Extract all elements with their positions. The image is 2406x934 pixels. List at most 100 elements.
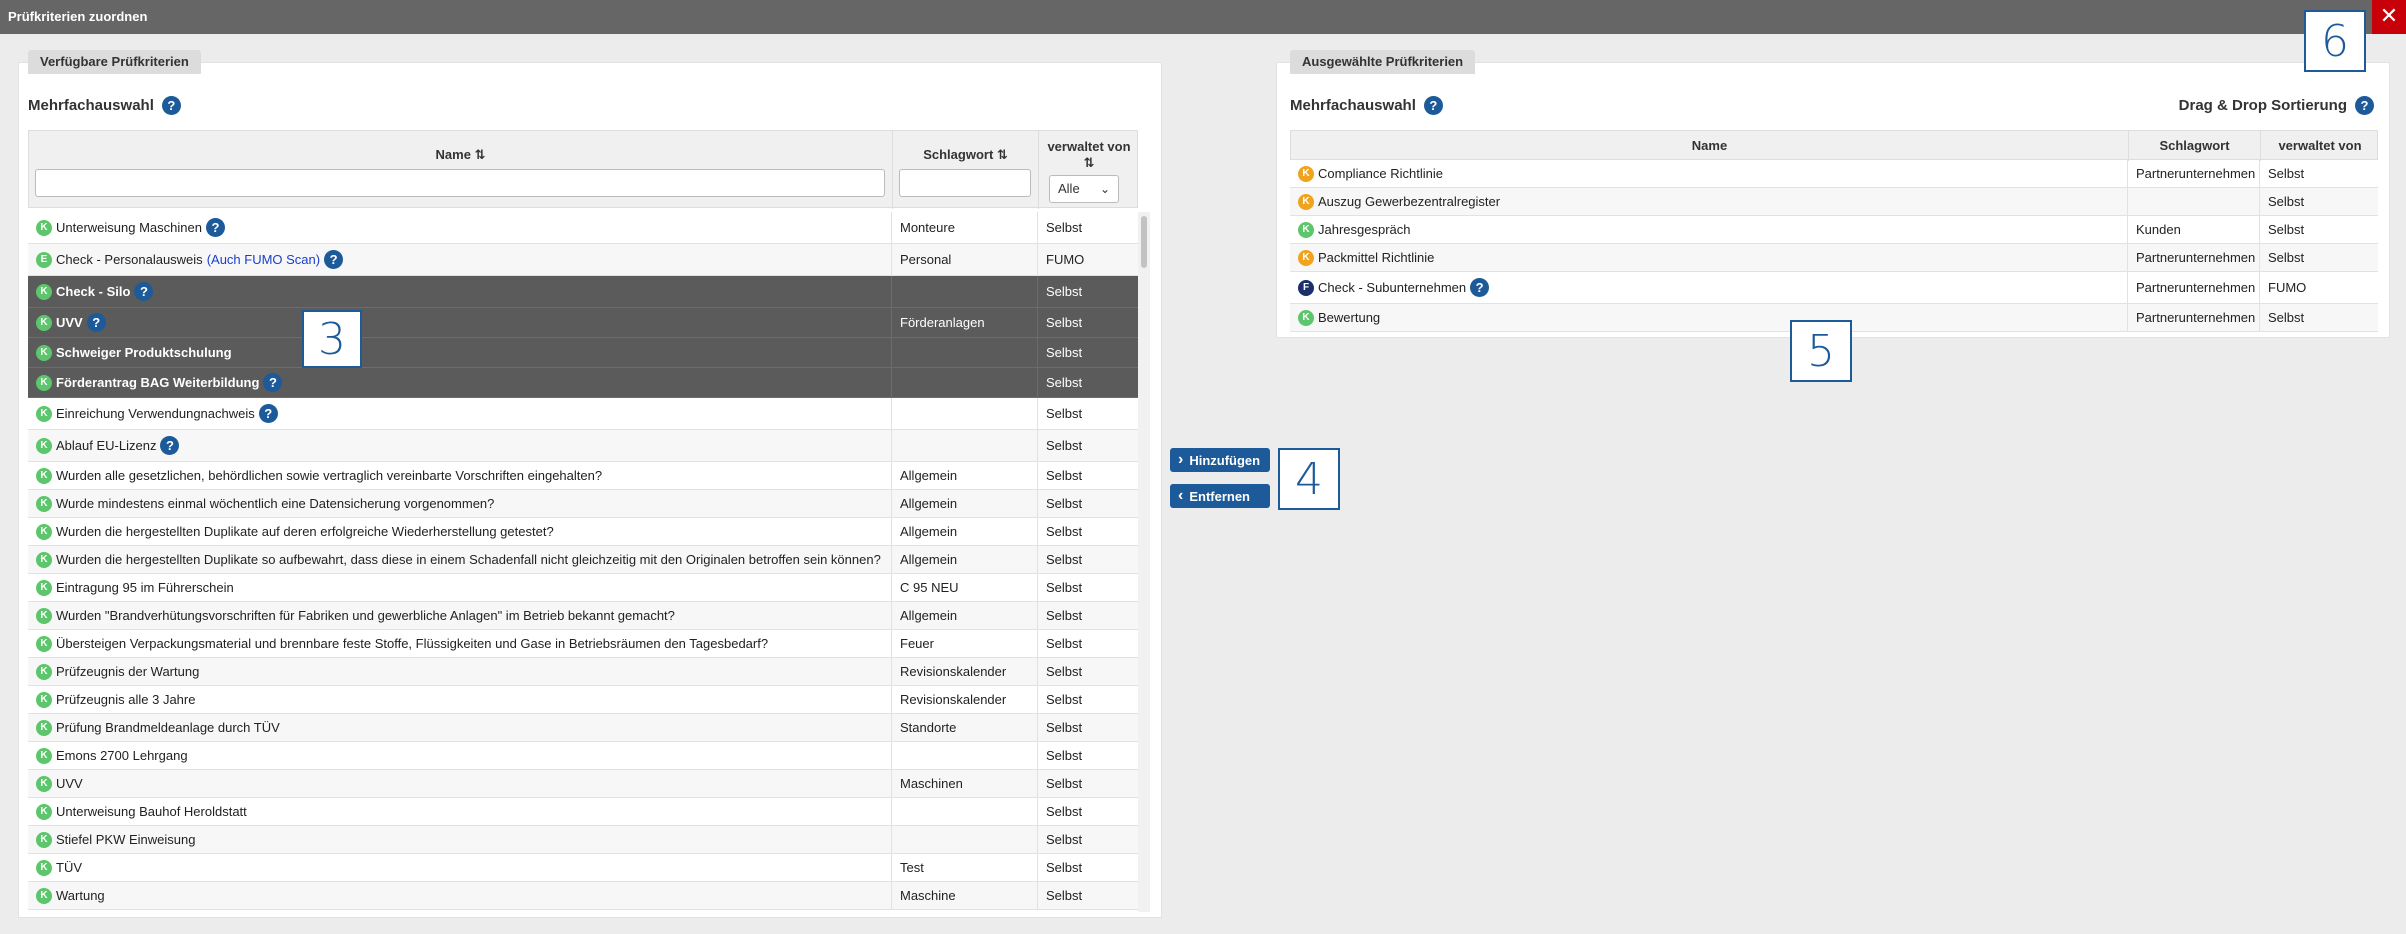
add-button-label: Hinzufügen (1189, 452, 1261, 468)
col-managed[interactable]: verwaltet von ⇅ Alle ⌄ (1039, 131, 1139, 209)
keyword-filter-input[interactable] (899, 169, 1031, 197)
table-row[interactable]: K UVV Maschinen Selbst (28, 770, 1138, 798)
row-name: TÜV (56, 860, 82, 875)
table-row[interactable]: K UVV? Förderanlagen Selbst (28, 308, 1138, 338)
table-row[interactable]: K Prüfzeugnis der Wartung Revisionskalende… (28, 658, 1138, 686)
available-criteria-tab: Verfügbare Prüfkriterien (28, 50, 201, 74)
help-icon[interactable]: ? (324, 250, 344, 269)
col-keyword[interactable]: Schlagwort ⇅ (893, 131, 1039, 209)
table-row[interactable]: K Stiefel PKW Einweisung Selbst (28, 826, 1138, 854)
table-row[interactable]: K Ablauf EU-Lizenz? Selbst (28, 430, 1138, 462)
row-name: Wurden die hergestellten Duplikate so au… (56, 552, 881, 567)
close-icon[interactable]: ✕ (2372, 0, 2406, 34)
status-badge: K (36, 374, 52, 391)
cell-keyword (892, 398, 1038, 429)
cell-keyword: Kunden (2128, 216, 2260, 243)
table-row[interactable]: K Unterweisung Bauhof Heroldstatt Selbst (28, 798, 1138, 826)
cell-name: K Unterweisung Maschinen? (28, 212, 892, 243)
cell-managed: Selbst (2268, 166, 2305, 181)
help-icon[interactable]: ? (205, 218, 225, 237)
table-row[interactable]: K Wartung Maschine Selbst (28, 882, 1138, 910)
cell-name: K Wurden "Brandverhütungsvorschriften für… (28, 602, 892, 629)
cell-keyword: Test (892, 854, 1038, 881)
table-row[interactable]: K Jahresgespräch Kunden Selbst (1290, 216, 2378, 244)
cell-keyword: Allgemein (892, 490, 1038, 517)
table-row[interactable]: K Prüfzeugnis alle 3 Jahre Revisionskalend… (28, 686, 1138, 714)
help-icon[interactable]: ? (258, 404, 278, 423)
help-icon[interactable]: ? (161, 96, 181, 115)
cell-managed: Selbst (1046, 832, 1083, 847)
help-icon[interactable]: ? (86, 313, 106, 332)
cell-keyword: Partnerunternehmen (2128, 160, 2260, 187)
cell-keyword (2128, 188, 2260, 215)
status-badge: K (36, 859, 52, 876)
cell-keyword: Partnerunternehmen (2128, 272, 2260, 303)
row-name: Einreichung Verwendungnachweis (56, 406, 255, 421)
row-name: Unterweisung Bauhof Heroldstatt (56, 804, 247, 819)
table-row[interactable]: K TÜV Test Selbst (28, 854, 1138, 882)
window-titlebar: Prüfkriterien zuordnen ✕ (0, 0, 2406, 34)
selected-criteria-tab: Ausgewählte Prüfkriterien (1290, 50, 1476, 74)
table-row[interactable]: K Wurden die hergestellten Duplikate so a… (28, 546, 1138, 574)
table-row[interactable]: K Packmittel Richtlinie Partnerunternehmen… (1290, 244, 2378, 272)
status-badge: K (36, 495, 52, 512)
cell-keyword: Standorte (892, 714, 1038, 741)
status-badge: K (36, 803, 52, 820)
remove-button[interactable]: ‹ Entfernen (1170, 484, 1270, 508)
row-name: Check - Personalausweis (56, 252, 203, 267)
cell-name: K Prüfzeugnis der Wartung (28, 658, 892, 685)
name-filter-input[interactable] (35, 169, 885, 197)
cell-keyword: Personal (892, 244, 1038, 275)
callout-5: 5 (1790, 320, 1852, 382)
table-row[interactable]: E Check - Personalausweis (Auch FUMO Scan)… (28, 244, 1138, 276)
table-row[interactable]: K Compliance Richtlinie Partnerunternehmen… (1290, 160, 2378, 188)
help-icon[interactable]: ? (1423, 96, 1443, 115)
table-row[interactable]: K Unterweisung Maschinen? Monteure Selbst (28, 212, 1138, 244)
help-icon[interactable]: ? (160, 436, 180, 455)
help-icon[interactable]: ? (1470, 278, 1490, 297)
table-row[interactable]: K Prüfung Brandmeldeanlage durch TÜV Stand… (28, 714, 1138, 742)
row-name: UVV (56, 776, 83, 791)
status-badge: K (36, 344, 52, 361)
table-row[interactable]: F Check - Subunternehmen? Partnerunternehm… (1290, 272, 2378, 304)
status-badge: K (1298, 221, 1314, 238)
table-scrollbar[interactable] (1138, 212, 1150, 912)
table-row[interactable]: K Wurden die hergestellten Duplikate auf … (28, 518, 1138, 546)
sort-icon[interactable]: ⇅ (1039, 155, 1139, 171)
row-name: Prüfzeugnis alle 3 Jahre (56, 692, 196, 707)
table-row[interactable]: K Check - Silo? Selbst (28, 276, 1138, 308)
scrollbar-thumb[interactable] (1141, 216, 1147, 268)
table-row[interactable]: K Förderantrag BAG Weiterbildung? Selbst (28, 368, 1138, 398)
fumo-scan-link[interactable]: (Auch FUMO Scan) (207, 252, 320, 267)
managed-filter-select[interactable]: Alle ⌄ (1049, 175, 1119, 203)
add-button[interactable]: › Hinzufügen (1170, 448, 1270, 472)
help-icon[interactable]: ? (263, 373, 283, 392)
table-row[interactable]: K Einreichung Verwendungnachweis? Selbst (28, 398, 1138, 430)
callout-4: 4 (1278, 448, 1340, 510)
help-icon[interactable]: ? (2355, 96, 2374, 115)
table-row[interactable]: K Wurden "Brandverhütungsvorschriften für… (28, 602, 1138, 630)
cell-name: K Unterweisung Bauhof Heroldstatt (28, 798, 892, 825)
cell-managed: Selbst (1046, 860, 1083, 875)
status-badge: K (1298, 249, 1314, 266)
table-row[interactable]: K Eintragung 95 im Führerschein C 95 NEU Se… (28, 574, 1138, 602)
table-row[interactable]: K Auszug Gewerbezentralregister Selbst (1290, 188, 2378, 216)
table-row[interactable]: K Wurden alle gesetzlichen, behördlichen … (28, 462, 1138, 490)
cell-managed: Selbst (1046, 804, 1083, 819)
table-row[interactable]: K Emons 2700 Lehrgang Selbst (28, 742, 1138, 770)
cell-managed: Selbst (1046, 220, 1083, 235)
row-name: Jahresgespräch (1318, 222, 1411, 237)
cell-managed: Selbst (1046, 888, 1083, 903)
cell-name: K UVV? (28, 308, 892, 337)
cell-managed: Selbst (2268, 194, 2305, 209)
table-row[interactable]: K Wurde mindestens einmal wöchentlich ein… (28, 490, 1138, 518)
left-section-label: Mehrfachauswahl (28, 97, 154, 114)
table-row[interactable]: K Schweiger Produktschulung Selbst (28, 338, 1138, 368)
cell-managed: Selbst (1046, 406, 1083, 421)
col-name[interactable]: Name ⇅ (29, 131, 893, 209)
help-icon[interactable]: ? (134, 282, 154, 301)
table-row[interactable]: K Übersteigen Verpackungsmaterial und bre… (28, 630, 1138, 658)
cell-keyword (892, 826, 1038, 853)
cell-name: K TÜV (28, 854, 892, 881)
row-name: Emons 2700 Lehrgang (56, 748, 188, 763)
